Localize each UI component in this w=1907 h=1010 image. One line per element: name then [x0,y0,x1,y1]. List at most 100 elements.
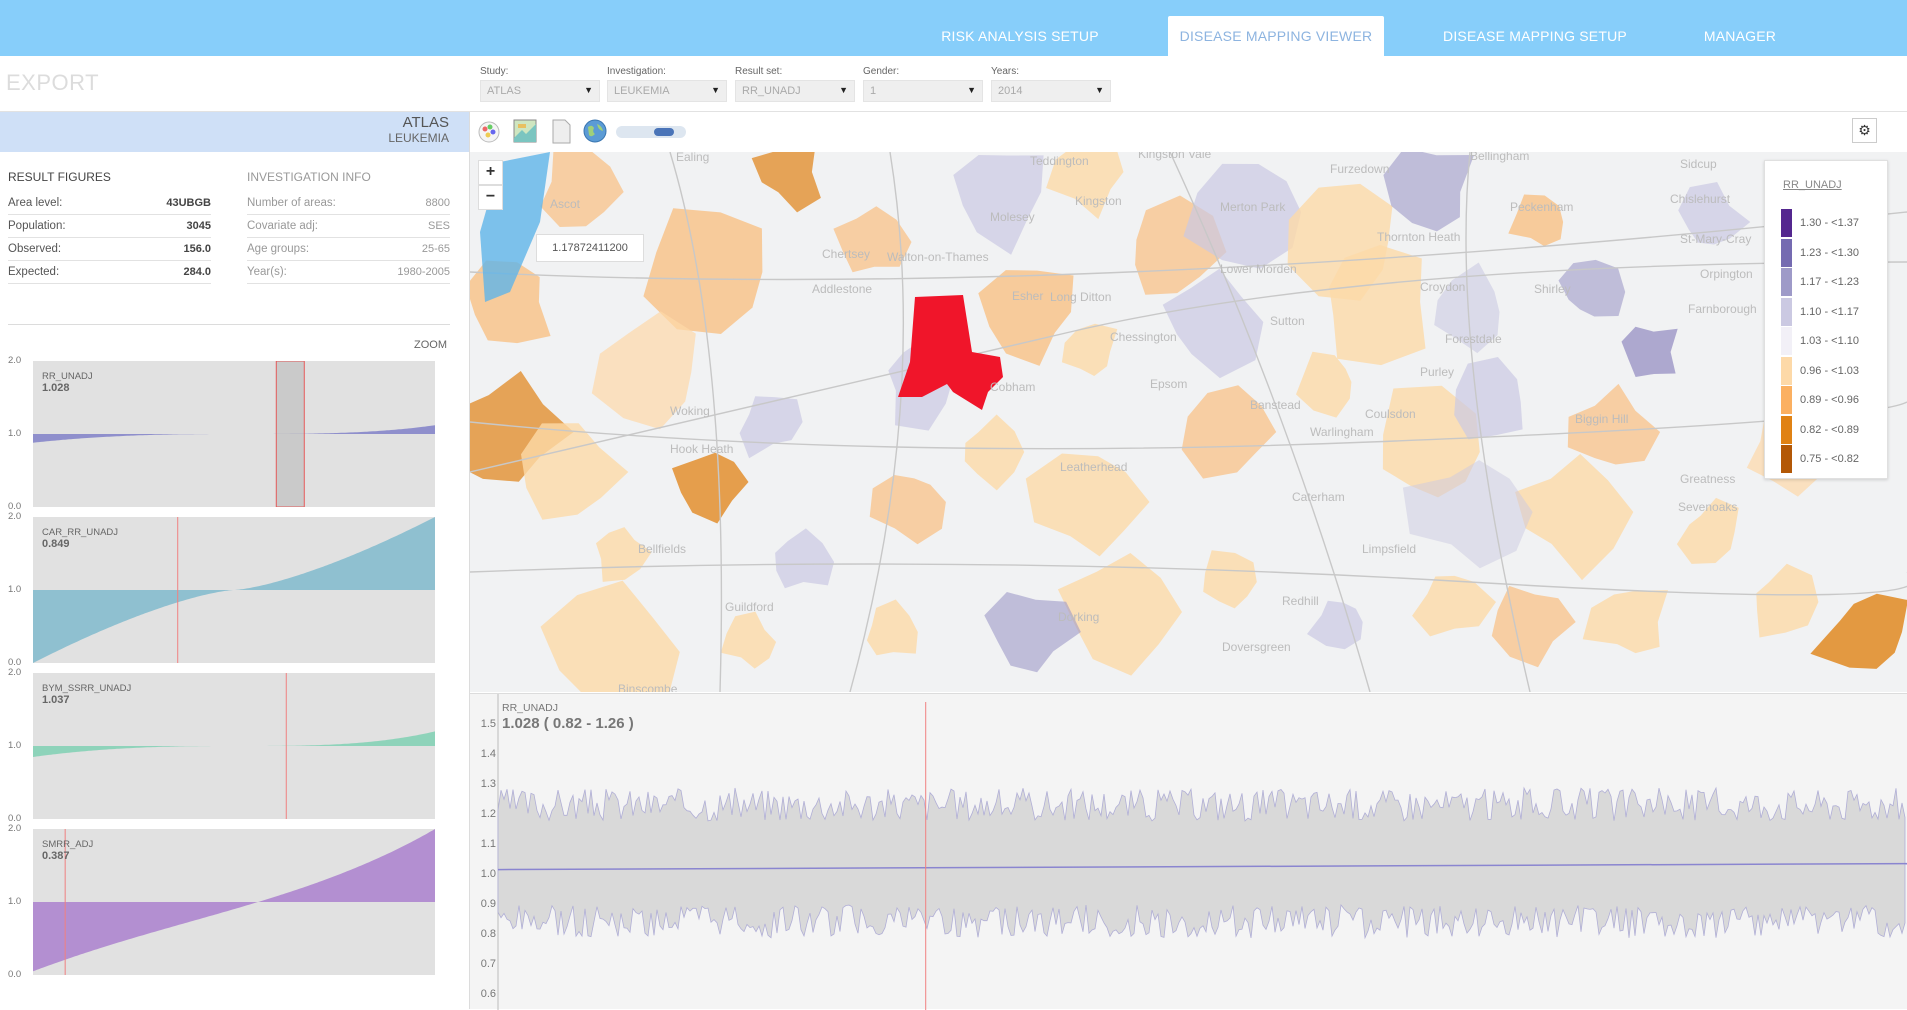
tab-manager[interactable]: MANAGER [1680,16,1800,56]
map-place-label: Caterham [1292,490,1345,504]
map-region[interactable] [521,423,629,520]
info-key: Age groups: [247,243,310,255]
gender-select-label: Gender: [863,66,900,77]
map-place-label: Purley [1420,365,1455,379]
legend-swatch [1781,268,1792,296]
info-value: 1980-2005 [397,266,450,278]
legend-item: 1.30 - <1.37 [1781,209,1881,237]
info-row-number-of-areas: Number of areas: 8800 [247,192,450,215]
map-layer-icon[interactable] [512,118,538,144]
map-region[interactable] [1454,357,1523,440]
map-place-label: Molesey [990,210,1035,224]
result-set-select-label: Result set: [735,66,783,77]
map-region[interactable] [1412,575,1496,637]
map-region[interactable] [1307,600,1363,650]
zoom-selection-box[interactable] [275,361,305,507]
map-region[interactable] [672,452,749,524]
result-figures-title: RESULT FIGURES [8,170,111,184]
mini-chart-plot [33,517,435,663]
legend-swatch [1781,386,1792,414]
gear-icon[interactable]: ⚙ [1852,118,1877,143]
map-region[interactable] [964,414,1025,491]
legend-swatch [1781,238,1792,267]
chevron-down-icon: ▼ [584,85,593,95]
map-region[interactable] [869,475,946,545]
legend-label: 0.82 - <0.89 [1800,423,1860,436]
map-region[interactable] [1515,454,1634,581]
map-region[interactable] [540,580,680,692]
study-select[interactable]: ATLAS ▼ [480,80,600,102]
map-place-label: Shirley [1534,282,1571,296]
legend-label: 1.23 - <1.30 [1800,246,1860,259]
map-region[interactable] [1756,563,1819,638]
map-region[interactable] [984,592,1081,673]
legend-label: 0.96 - <1.03 [1800,364,1860,377]
zoom-in-button[interactable]: + [478,160,503,185]
map-region[interactable] [775,528,835,589]
y-tick-label: 1.1 [480,838,496,850]
map-place-label: Sidcup [1680,157,1717,171]
map-region[interactable] [1621,326,1678,377]
map-region[interactable] [953,155,1044,255]
mini-chart-car-rr-unadj[interactable]: CAR_RR_UNADJ 0.849 [33,517,435,663]
map-place-label: Kingston [1075,194,1122,208]
tab-disease-mapping-setup[interactable]: DISEASE MAPPING SETUP [1420,16,1650,56]
zoom-label[interactable]: ZOOM [414,339,447,351]
investigation-select-value: LEUKEMIA [614,85,670,97]
map-place-label: Guildford [725,600,774,614]
gender-select[interactable]: 1 ▼ [863,80,983,102]
result-key: Population: [8,220,66,232]
investigation-select[interactable]: LEUKEMIA ▼ [607,80,727,102]
tab-risk-analysis-setup[interactable]: RISK ANALYSIS SETUP [915,16,1125,56]
choropleth-map[interactable]: Ealing Teddington Kingston Vale Furzedown Be… [470,152,1907,692]
mini-chart-rr-unadj[interactable]: RR_UNADJ 1.028 [33,361,435,507]
legend-item: 0.96 - <1.03 [1781,356,1881,385]
result-row-observed: Observed: 156.0 [8,238,211,261]
map-place-label: Biggin Hill [1575,412,1629,426]
y-tick-label: 0.9 [480,898,496,910]
map-region[interactable] [978,270,1074,366]
study-select-group: Study: ATLAS ▼ [480,66,600,102]
tab-disease-mapping-viewer[interactable]: DISEASE MAPPING VIEWER [1168,16,1384,56]
map-region[interactable] [739,396,803,459]
result-set-select[interactable]: RR_UNADJ ▼ [735,80,855,102]
export-button[interactable]: EXPORT [6,70,99,96]
info-key: Number of areas: [247,197,336,209]
mini-chart-smrr-adj[interactable]: SMRR_ADJ 0.387 [33,829,435,975]
map-region[interactable] [751,152,821,213]
mini-chart-value: 1.037 [42,694,70,706]
chevron-down-icon: ▼ [839,85,848,95]
opacity-slider[interactable] [616,124,688,140]
chevron-down-icon: ▼ [967,85,976,95]
globe-icon[interactable] [582,118,608,144]
map-region[interactable] [1203,550,1257,609]
years-select[interactable]: 2014 ▼ [991,80,1111,102]
mini-chart-tick: 2.0 [8,355,22,366]
map-region[interactable] [1810,593,1907,669]
map-region[interactable] [1329,245,1426,366]
map-place-label: Sevenoaks [1678,500,1738,514]
investigation-info-title: INVESTIGATION INFO [247,170,371,184]
map-place-label: Lower Morden [1220,262,1297,276]
map-region[interactable] [540,152,624,227]
map-region[interactable] [1582,590,1668,654]
results-line-chart[interactable]: 1.5 1.4 1.3 1.2 1.1 1.0 0.9 0.8 0.7 0.6 RR_UNADJ … [470,693,1907,1010]
y-tick-label: 0.8 [480,928,496,940]
legend-swatch [1781,297,1792,326]
map-region[interactable] [866,599,918,656]
y-tick-label: 0.7 [480,958,496,970]
mini-chart-value: 1.028 [42,382,70,394]
map-region[interactable] [1383,152,1475,232]
mini-chart-bym-ssrr-unadj[interactable]: BYM_SSRR_UNADJ 1.037 [33,673,435,819]
map-region[interactable] [1296,351,1352,418]
mini-chart-tick: 2.0 [8,823,22,834]
document-icon[interactable] [548,118,574,144]
zoom-out-button[interactable]: − [478,185,503,210]
mini-chart-tick: 1.0 [8,428,22,439]
map-region[interactable] [720,611,777,669]
result-value: 284.0 [183,266,211,278]
color-palette-icon[interactable] [476,118,502,144]
result-row-population: Population: 3045 [8,215,211,238]
result-key: Observed: [8,243,62,255]
map-region[interactable] [1491,585,1576,668]
